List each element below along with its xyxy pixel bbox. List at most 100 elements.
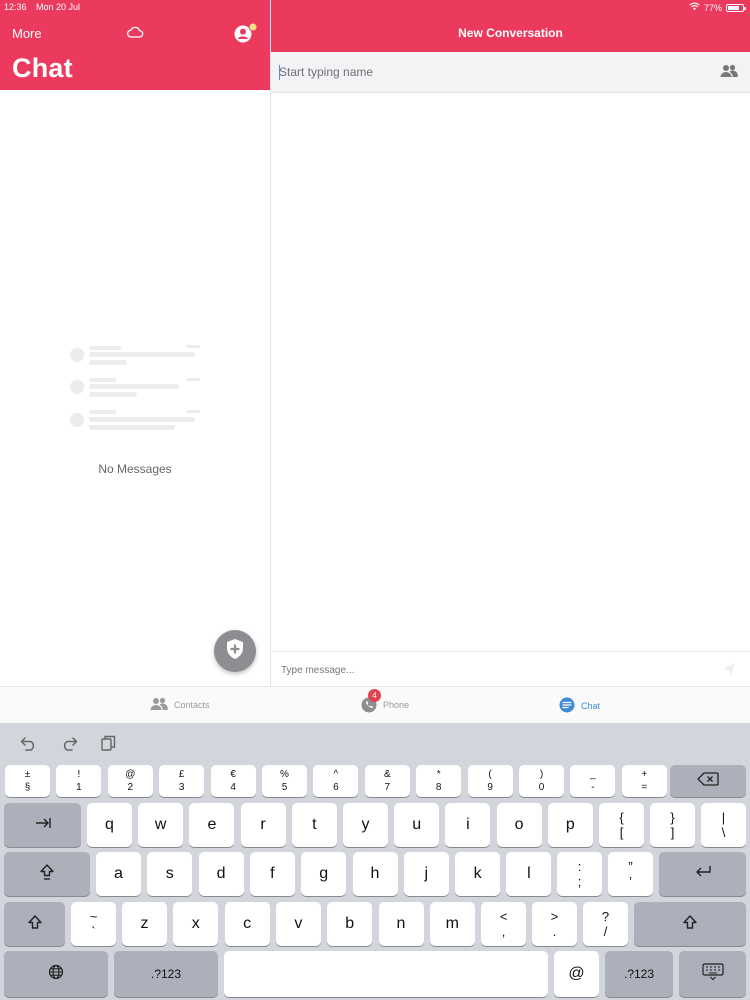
shift-icon [682, 914, 698, 935]
tab-icon [35, 816, 51, 834]
key-u[interactable]: u [394, 803, 440, 847]
redo-icon[interactable] [60, 735, 78, 756]
key-b[interactable]: b [327, 902, 373, 946]
contacts-picker-icon[interactable] [720, 64, 738, 83]
key-w[interactable]: w [138, 803, 184, 847]
key-label: [ [619, 825, 624, 840]
key-sym-a-0[interactable]: :; [557, 852, 602, 896]
key-label: 7 [384, 782, 391, 793]
empty-state-text: No Messages [98, 462, 172, 476]
key-label: 1 [76, 782, 82, 793]
key-z[interactable]: z [122, 902, 167, 946]
key-label: 9 [487, 782, 493, 793]
key-a[interactable]: a [96, 852, 141, 896]
key-o[interactable]: o [496, 803, 542, 847]
recipient-input[interactable] [279, 61, 699, 83]
key-num-9[interactable]: (9 [467, 765, 513, 797]
key-t[interactable]: t [291, 803, 337, 847]
key-num-10[interactable]: ) 0 [519, 765, 564, 797]
key-num-4[interactable]: €4 [210, 765, 256, 797]
key-x[interactable]: x [173, 902, 219, 946]
key-y[interactable]: y [343, 803, 388, 847]
key-sym-z-0[interactable]: ~ ` [71, 902, 116, 946]
key-h[interactable]: h [352, 852, 398, 896]
paste-icon[interactable] [101, 735, 116, 756]
key-label: h [370, 865, 380, 882]
key-label: n [396, 915, 406, 932]
delete-key[interactable] [670, 765, 746, 797]
key-sym-q-0[interactable]: {[ [599, 803, 644, 847]
numbers-key-right[interactable]: .?123 [605, 951, 673, 997]
key-label: k [473, 865, 482, 882]
tab-chat[interactable]: Chat [559, 697, 600, 715]
new-chat-button[interactable] [214, 630, 256, 672]
key-num-5[interactable]: % 5 [262, 765, 307, 797]
key-label: / [603, 924, 608, 939]
tab-label: Contacts [174, 700, 210, 710]
key-num-1[interactable]: ! 1 [56, 765, 102, 797]
space-key[interactable] [224, 951, 548, 997]
key-num-2[interactable]: @2 [107, 765, 153, 797]
numbers-key-left[interactable]: .?123 [114, 951, 218, 997]
hide-keyboard-key[interactable] [679, 951, 746, 997]
key-label: @ [125, 769, 136, 780]
globe-key[interactable] [4, 951, 108, 997]
key-r[interactable]: r [240, 803, 286, 847]
key-num-11[interactable]: _ - [570, 765, 616, 797]
send-icon[interactable] [722, 662, 736, 681]
key-num-6[interactable]: ^ 6 [313, 765, 359, 797]
key-label: .?123 [150, 967, 182, 981]
keyboard-shortcut-bar [0, 723, 750, 763]
key-label: ( [488, 769, 492, 780]
return-key[interactable] [659, 852, 746, 896]
key-l[interactable]: l [506, 852, 552, 896]
key-num-7[interactable]: & 7 [364, 765, 410, 797]
key-sym-z-3[interactable]: ? / [583, 902, 628, 946]
shift-right-key[interactable] [634, 902, 746, 946]
tab-label: Phone [383, 700, 410, 710]
undo-icon[interactable] [20, 735, 38, 756]
key-label: ! [77, 769, 81, 780]
tab-phone[interactable]: 4 Phone [361, 689, 410, 713]
globe-icon [48, 964, 64, 985]
key-label: j [424, 865, 429, 882]
key-m[interactable]: m [429, 902, 475, 946]
key-sym-q-2[interactable]: | \ [701, 803, 746, 847]
key-q[interactable]: q [87, 803, 132, 847]
key-label: b [345, 915, 355, 932]
more-button[interactable]: More [12, 26, 42, 41]
message-input[interactable] [281, 661, 701, 679]
key-c[interactable]: c [224, 902, 270, 946]
tab-bar: Contacts 4 Phone Chat [0, 686, 750, 724]
caps-lock-key[interactable] [4, 852, 90, 896]
key-p[interactable]: p [547, 803, 593, 847]
key-at[interactable]: @ [554, 951, 599, 997]
cloud-icon[interactable] [126, 25, 144, 43]
key-label: o [514, 816, 524, 833]
key-label: y [361, 816, 370, 833]
key-d[interactable]: d [198, 852, 244, 896]
key-sym-a-1[interactable]: ”’ [608, 852, 653, 896]
tab-contacts[interactable]: Contacts [150, 697, 210, 713]
key-num-8[interactable]: * 8 [416, 765, 462, 797]
key-j[interactable]: j [403, 852, 449, 896]
return-icon [694, 865, 712, 884]
key-sym-z-2[interactable]: >. [532, 902, 577, 946]
key-num-3[interactable]: £3 [159, 765, 205, 797]
key-g[interactable]: g [301, 852, 347, 896]
key-e[interactable]: e [189, 803, 235, 847]
key-s[interactable]: s [147, 852, 193, 896]
key-sym-q-1[interactable]: }] [650, 803, 695, 847]
shift-left-key[interactable] [4, 902, 65, 946]
profile-icon[interactable] [233, 22, 259, 50]
key-i[interactable]: i [445, 803, 491, 847]
key-sym-z-1[interactable]: <, [481, 902, 526, 946]
tab-key[interactable] [4, 803, 81, 847]
key-k[interactable]: k [455, 852, 501, 896]
key-label: { [619, 810, 624, 825]
key-num-12[interactable]: + = [621, 765, 667, 797]
key-num-0[interactable]: ± § [5, 765, 50, 797]
key-f[interactable]: f [249, 852, 295, 896]
key-v[interactable]: v [275, 902, 321, 946]
key-n[interactable]: n [378, 902, 424, 946]
